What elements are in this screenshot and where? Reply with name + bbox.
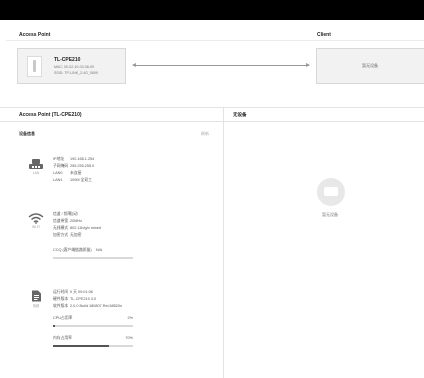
lan1-row: LAN1 100M 全双工 bbox=[53, 178, 92, 182]
system-document-icon bbox=[32, 290, 41, 302]
wifi-ccq-row: CCQ (客户端链路质量) N/A bbox=[53, 248, 103, 252]
wifi-encryption-row: 加密方式 无加密 bbox=[53, 233, 82, 237]
cpu-usage-row: CPU占用率 2% bbox=[53, 316, 133, 320]
ap-device-name: TL-CPE210 bbox=[54, 57, 81, 63]
memory-usage-row: 内存占用率 70% bbox=[53, 336, 133, 340]
client-detail-title: 无设备 bbox=[233, 112, 247, 117]
section-divider bbox=[6, 40, 424, 41]
device-info-heading: 设备信息 bbox=[19, 131, 35, 136]
column-divider bbox=[223, 107, 224, 378]
software-version-row: 软件版本 2.0.0 Build 180807 Rel.68520n bbox=[53, 304, 123, 308]
lan-mask-row: 子网掩码 255.255.255.0 bbox=[53, 164, 95, 168]
lan-icon-label: LAN bbox=[32, 171, 40, 175]
no-device-icon bbox=[317, 178, 345, 206]
uptime-row: 运行时间 0 天 00:01:08 bbox=[53, 290, 93, 294]
memory-usage-bar bbox=[53, 345, 133, 347]
cpe-device-icon bbox=[27, 56, 42, 77]
lan-icon bbox=[29, 159, 43, 169]
wifi-mode-row: 无线模式 802.11b/g/n mixed bbox=[53, 226, 101, 230]
cpu-usage-bar bbox=[53, 325, 133, 327]
client-empty-text: 暂无设备 bbox=[362, 63, 378, 68]
memory-usage-fill bbox=[53, 345, 109, 347]
wifi-icon bbox=[28, 213, 44, 224]
no-device-text: 暂无设备 bbox=[322, 212, 338, 217]
cpu-usage-fill bbox=[53, 325, 55, 327]
wifi-channel-row: 信道 / 频率自动 bbox=[53, 212, 78, 216]
access-point-card[interactable]: TL-CPE210 MAC: 00-02-10-03-08-09 SSID: T… bbox=[17, 48, 126, 84]
access-point-section-title: Access Point bbox=[19, 32, 51, 38]
ap-ssid: SSID: TP-LINK_2.4G_0809 bbox=[54, 71, 98, 75]
refresh-link[interactable]: 刷新 bbox=[201, 131, 209, 137]
section-divider bbox=[0, 121, 424, 122]
ccq-bar bbox=[53, 257, 133, 259]
client-card[interactable]: 暂无设备 bbox=[316, 48, 424, 84]
section-divider bbox=[0, 107, 424, 108]
hardware-version-row: 硬件版本 TL-CPE210 3.0 bbox=[53, 297, 97, 301]
client-section-title: Client bbox=[317, 32, 331, 38]
ap-detail-title: Access Point (TL-CPE210) bbox=[19, 112, 82, 118]
wifi-bandwidth-row: 信道带宽 20MHz bbox=[53, 219, 83, 223]
ap-mac-address: MAC: 00-02-10-03-08-09 bbox=[54, 65, 94, 69]
lan0-row: LAN0 未连接 bbox=[53, 171, 82, 175]
wifi-icon-label: Wi-Fi bbox=[32, 225, 40, 229]
system-icon-label: 系统 bbox=[32, 304, 40, 308]
arrow-right-icon bbox=[306, 63, 310, 67]
top-bar bbox=[0, 0, 424, 20]
connection-line bbox=[133, 65, 309, 66]
lan-ip-row: IP地址 192.168.1.254 bbox=[53, 157, 95, 161]
